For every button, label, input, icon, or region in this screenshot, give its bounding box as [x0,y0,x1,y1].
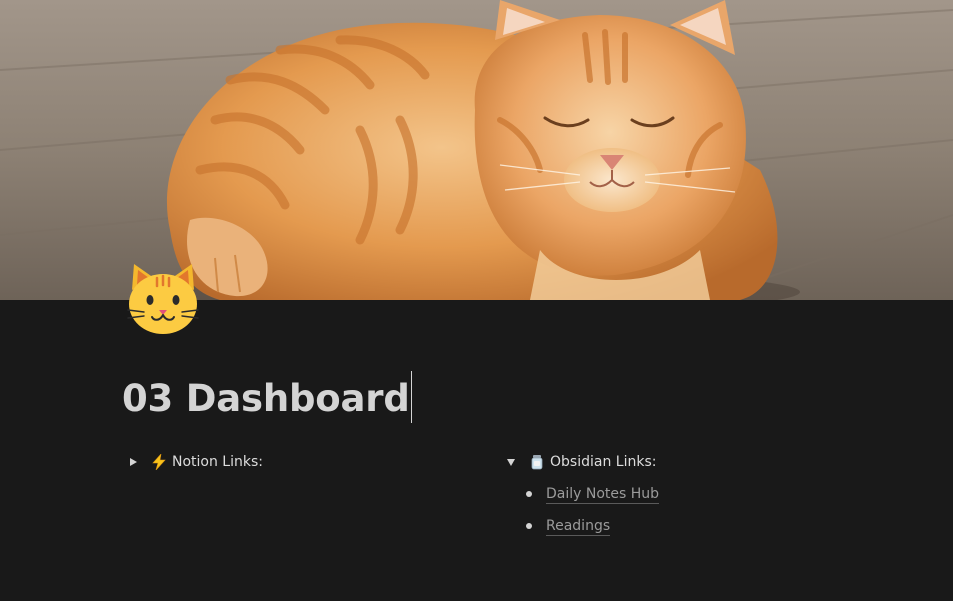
page-title[interactable]: 03 Dashboard [122,370,412,424]
bullet-icon [526,491,532,497]
toggle-collapsed-arrow-icon[interactable] [122,451,144,473]
notion-page: 03 Dashboard Notion Links: Obsidian Link… [0,0,953,601]
link-readings[interactable]: Readings [546,517,611,536]
text-caret [410,370,412,423]
page-title-text[interactable]: 03 Dashboard [122,377,410,420]
page-icon[interactable] [124,260,202,338]
jar-icon [528,453,546,471]
toggle-obsidian-links: Obsidian Links: Daily Notes Hub Readings [500,450,660,546]
link-list: Daily Notes Hub Readings [526,482,660,538]
toggle-expanded-arrow-icon[interactable] [500,451,522,473]
toggle-label[interactable]: Notion Links: [172,454,263,470]
link-daily-notes-hub[interactable]: Daily Notes Hub [546,485,660,504]
cat-face-icon [127,264,199,334]
cover-image[interactable] [0,0,953,300]
lightning-icon [150,453,168,471]
cover-cat-illustration [0,0,953,300]
list-item: Daily Notes Hub [526,482,660,506]
toggle-header: Notion Links: [122,450,263,474]
toggle-header: Obsidian Links: [500,450,659,474]
list-item: Readings [526,514,659,538]
toggle-notion-links: Notion Links: [122,450,263,474]
bullet-icon [526,523,532,529]
toggle-label[interactable]: Obsidian Links: [550,454,656,470]
